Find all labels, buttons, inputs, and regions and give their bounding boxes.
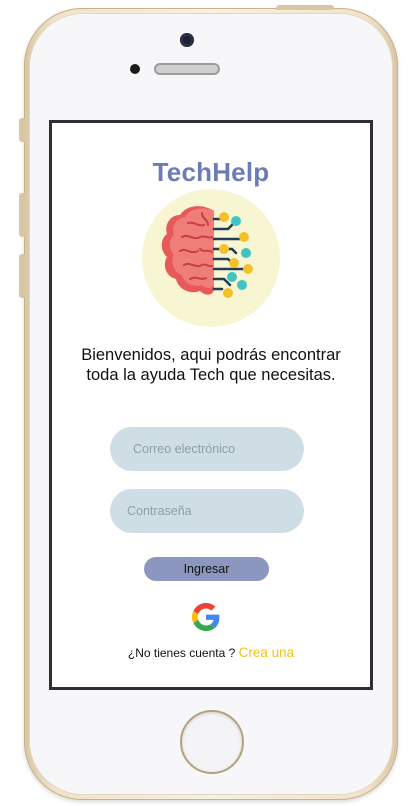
volume-up-button [19, 193, 25, 237]
login-button[interactable]: Ingresar [144, 557, 269, 581]
logo [142, 189, 280, 327]
google-icon[interactable] [192, 603, 220, 631]
signup-prompt: ¿No tienes cuenta ? [127, 646, 239, 660]
password-input[interactable] [110, 489, 304, 533]
brain-circuit-icon [161, 206, 253, 298]
signup-row: ¿No tienes cuenta ? Crea una [52, 645, 370, 660]
volume-down-button [19, 254, 25, 298]
signup-link[interactable]: Crea una [239, 645, 295, 660]
app-title: TechHelp [152, 157, 270, 187]
home-button[interactable] [180, 710, 244, 774]
front-camera [180, 33, 194, 47]
welcome-message: Bienvenidos, aqui podrás encontrar toda … [81, 346, 341, 384]
email-input[interactable] [110, 427, 304, 471]
earpiece-speaker [154, 63, 220, 75]
proximity-sensor [130, 64, 140, 74]
app-screen: TechHelp Bienvenidos, aqui podrás encont… [49, 120, 373, 690]
power-button [276, 5, 334, 10]
mute-switch [19, 118, 25, 142]
